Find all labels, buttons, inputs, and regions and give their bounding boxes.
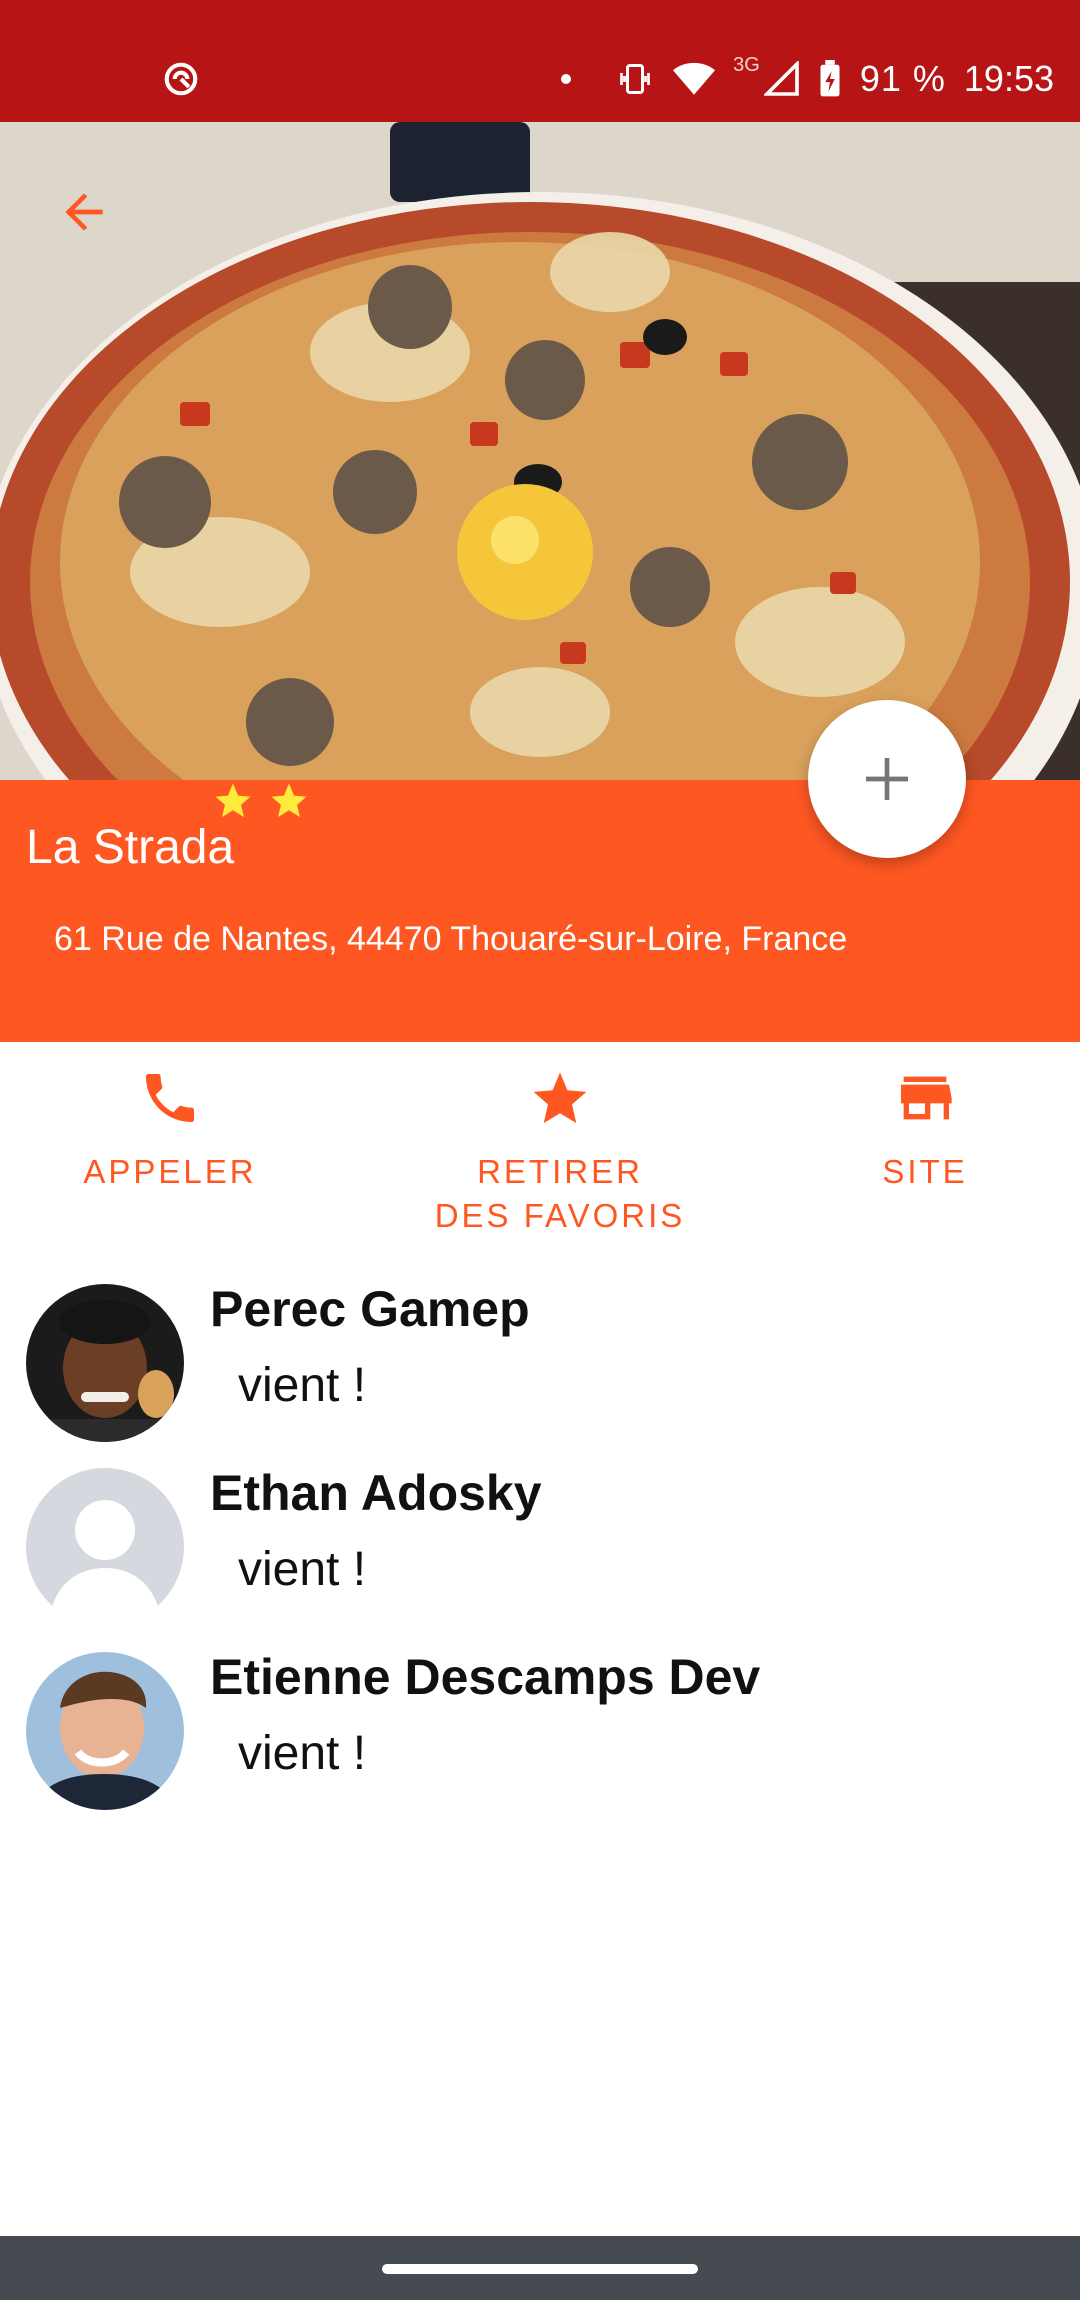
- star-icon: [215, 783, 251, 818]
- action-row: APPELER RETIRER DES FAVORIS SITE: [0, 1042, 1080, 1262]
- avatar: [26, 1652, 184, 1810]
- avatar-placeholder: [26, 1468, 184, 1626]
- wifi-icon: [673, 62, 716, 95]
- phone-icon: [146, 1074, 194, 1122]
- remove-favorite-label: RETIRER DES FAVORIS: [435, 1150, 686, 1238]
- remove-favorite-button[interactable]: RETIRER DES FAVORIS: [400, 1042, 720, 1238]
- battery-icon: [820, 60, 840, 97]
- star-icon: [533, 1072, 587, 1124]
- sync-icon: [164, 62, 198, 96]
- attendee-name: Perec Gamep: [210, 1281, 530, 1337]
- restaurant-photo: [0, 122, 1080, 780]
- attendee-status: vient !: [238, 1543, 367, 1596]
- attendee-name: Etienne Descamps Dev: [210, 1649, 761, 1705]
- attendee-list: Perec Gamep vient ! Ethan Adosky vient !…: [0, 1270, 1080, 1822]
- restaurant-name: La Strada: [26, 821, 235, 874]
- battery-level: 91 %: [859, 58, 946, 99]
- list-item[interactable]: Perec Gamep vient !: [0, 1270, 1080, 1454]
- list-item[interactable]: Etienne Descamps Dev vient !: [0, 1638, 1080, 1822]
- signal-icon: [763, 61, 799, 96]
- rating-stars: [212, 780, 310, 822]
- restaurant-address: 61 Rue de Nantes, 44470 Thouaré-sur-Loir…: [54, 920, 848, 958]
- notification-dot-icon: [561, 74, 572, 84]
- list-item[interactable]: Ethan Adosky vient !: [0, 1454, 1080, 1638]
- status-bar: 3G 91 % 19:53: [0, 0, 1080, 122]
- vibrate-icon: [620, 64, 651, 94]
- avatar: [26, 1284, 184, 1442]
- star-icon: [271, 783, 307, 818]
- clock: 19:53: [963, 58, 1054, 99]
- remove-favorite-label-line1: RETIRER: [477, 1153, 643, 1190]
- system-nav-bar: [0, 2236, 1080, 2300]
- site-label: SITE: [882, 1153, 968, 1190]
- network-type: 3G: [733, 53, 760, 76]
- call-button[interactable]: APPELER: [60, 1042, 280, 1194]
- attendee-status: vient !: [238, 1359, 367, 1412]
- remove-favorite-label-line2: DES FAVORIS: [434, 1197, 686, 1234]
- back-arrow-icon[interactable]: [56, 184, 112, 240]
- status-icons: 3G 91 % 19:53: [561, 54, 1054, 104]
- attendee-name: Ethan Adosky: [210, 1465, 542, 1521]
- call-label: APPELER: [83, 1153, 257, 1190]
- site-button[interactable]: SITE: [820, 1042, 1030, 1194]
- store-icon: [901, 1076, 952, 1120]
- attendee-status: vient !: [238, 1727, 367, 1780]
- plus-icon: [866, 758, 908, 800]
- pizza-image: [0, 122, 1080, 780]
- add-button[interactable]: [808, 700, 966, 858]
- home-gesture-pill[interactable]: [382, 2264, 698, 2274]
